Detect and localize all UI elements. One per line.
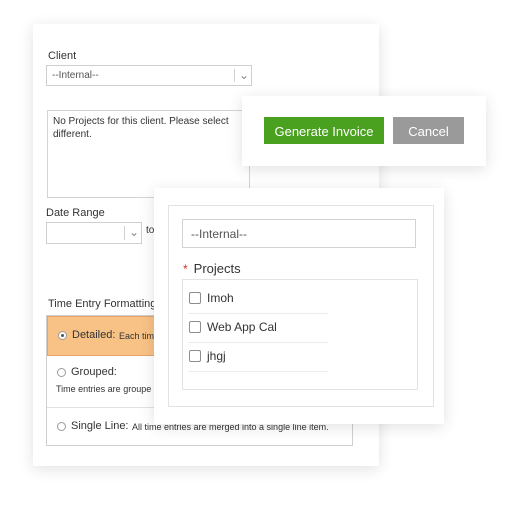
select-divider [124,226,125,240]
list-item[interactable]: Imoh [188,284,328,314]
client-select[interactable]: --Internal-- [182,219,416,248]
radio-grouped[interactable] [57,368,66,377]
radio-single-line[interactable] [57,422,66,431]
generate-invoice-button[interactable]: Generate Invoice [264,117,384,144]
date-range-label: Date Range [46,207,105,219]
chevron-down-icon: ⌄ [129,225,140,239]
format-option-desc: Time entries are groupe [56,384,152,394]
checkbox[interactable] [189,321,201,333]
radio-detailed[interactable] [58,331,67,340]
list-item[interactable]: Web App Cal [188,313,328,343]
checkbox[interactable] [189,350,201,362]
select-divider [234,69,235,82]
client-select[interactable]: --Internal-- ⌄ [46,65,252,86]
format-option-name: Detailed: [72,329,116,341]
list-item[interactable]: jhgj [188,342,328,372]
project-name: jhgj [207,349,226,363]
required-marker: * [183,262,188,276]
cancel-button[interactable]: Cancel [393,117,464,144]
format-option-name: Grouped: [71,366,117,378]
chevron-down-icon: ⌄ [239,68,250,82]
format-option-desc: Each tim [119,331,155,341]
checkbox[interactable] [189,292,201,304]
project-picker-panel: --Internal-- * Projects Imoh Web App Cal … [168,205,434,407]
projects-label: * Projects [183,261,241,276]
project-name: Imoh [207,291,234,305]
projects-message-box: No Projects for this client. Please sele… [47,110,250,198]
invoice-actions-card: Generate Invoice Cancel [242,96,486,166]
date-range-start-select[interactable]: ⌄ [46,222,142,244]
client-select-value: --Internal-- [52,70,99,81]
client-label: Client [48,50,77,62]
project-list: Imoh Web App Cal jhgj [182,279,418,390]
project-picker-card: --Internal-- * Projects Imoh Web App Cal … [154,188,444,424]
time-entry-formatting-label: Time Entry Formatting [48,298,157,310]
project-name: Web App Cal [207,320,277,334]
projects-label-text: Projects [193,261,241,276]
format-option-name: Single Line: [71,420,129,432]
